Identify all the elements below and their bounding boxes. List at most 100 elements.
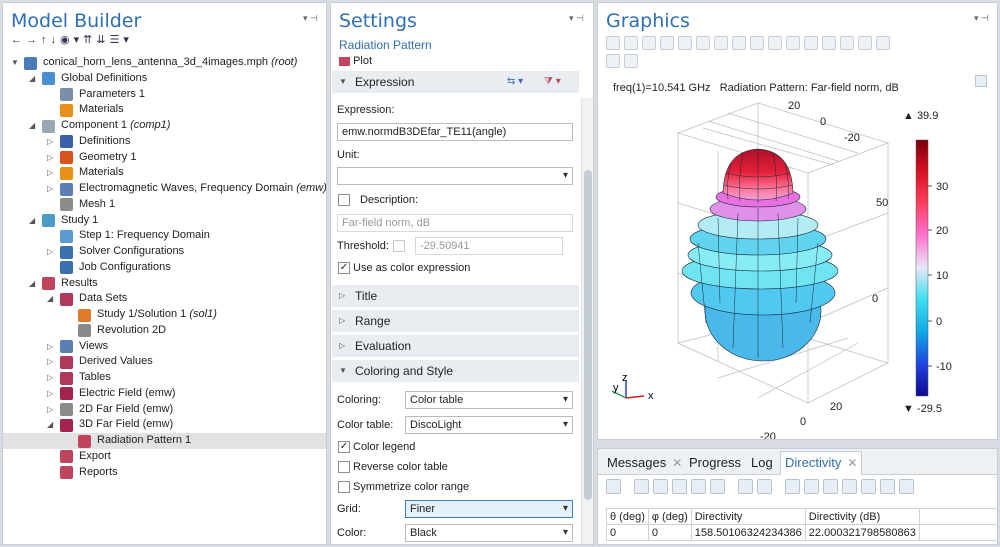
tree-item[interactable]: ◢ Global Definitions [3, 71, 326, 87]
forward-arrow-icon[interactable]: → [26, 34, 41, 46]
polar-plot-icon[interactable] [757, 479, 773, 494]
description-input[interactable]: Far-field norm, dB [337, 214, 573, 232]
table-header[interactable]: Directivity (dB) [804, 508, 920, 525]
section-range[interactable]: ▷ Range [332, 310, 579, 332]
table-cell[interactable]: 22.000321798580863 [804, 524, 920, 541]
table-header[interactable]: Directivity [690, 508, 806, 525]
threshold-input[interactable]: -29.50941 [415, 237, 563, 255]
panel-menu-icon[interactable]: ▾ ⊣ [569, 13, 584, 24]
tree-item[interactable]: Revolution 2D [3, 323, 326, 339]
engineering-notation-icon[interactable] [672, 479, 688, 494]
expand-arrow-icon[interactable]: ▷ [47, 354, 57, 370]
collapse-arrow-icon[interactable]: ◢ [29, 71, 39, 87]
expand-icon[interactable]: ⇈ [83, 34, 96, 46]
tree-menu-icon[interactable]: ☰▾ [110, 34, 133, 46]
expand-arrow-icon[interactable]: ▷ [47, 150, 57, 166]
insert-expression-icon[interactable]: ⇆ ▾ [507, 71, 523, 93]
tree-item[interactable]: ▷ 2D Far Field (emw) [3, 402, 326, 418]
tab-progress[interactable]: Progress [684, 451, 746, 475]
tree-item[interactable]: ◢ Study 1 [3, 213, 326, 229]
tab-messages[interactable]: Messages ✕ [602, 451, 687, 475]
tree-item[interactable]: ▷ Views [3, 339, 326, 355]
expand-arrow-icon[interactable]: ▷ [47, 370, 57, 386]
graphics-canvas[interactable]: 20 0 -20 50 0 20 0 -20 z y x ▲ 39.9 ▼ -2… [598, 3, 998, 440]
collapse-arrow-icon[interactable]: ◢ [29, 118, 39, 134]
section-evaluation[interactable]: ▷ Evaluation [332, 335, 579, 357]
reverse-color-table-checkbox[interactable] [338, 461, 350, 473]
tree-item[interactable]: ▷ Electromagnetic Waves, Frequency Domain… [3, 181, 326, 197]
delete-icon[interactable] [804, 479, 820, 494]
tree-item[interactable]: ▷ Tables [3, 370, 326, 386]
section-title[interactable]: ▷ Title [332, 285, 579, 307]
tree-item[interactable]: ▷ Solver Configurations [3, 244, 326, 260]
collapse-arrow-icon[interactable]: ▼ [11, 55, 21, 71]
scrollbar-thumb[interactable] [584, 170, 592, 500]
full-precision-icon[interactable] [634, 479, 650, 494]
scientific-notation-icon[interactable] [691, 479, 707, 494]
tree-item[interactable]: Study 1/Solution 1 (sol1) [3, 307, 326, 323]
collapse-arrow-icon[interactable]: ◢ [47, 291, 57, 307]
plot-button[interactable]: Plot [331, 55, 593, 67]
collapse-arrow-icon[interactable]: ◢ [29, 213, 39, 229]
tree-item[interactable]: ◢ Component 1 (comp1) [3, 118, 326, 134]
grid-select[interactable]: Finer [405, 500, 573, 518]
close-icon[interactable]: ✕ [672, 456, 682, 470]
tree-item[interactable]: Job Configurations [3, 260, 326, 276]
table-settings-icon[interactable] [899, 479, 915, 494]
collapse-arrow-icon[interactable]: ◢ [29, 276, 39, 292]
description-checkbox[interactable] [338, 194, 350, 206]
copy-icon[interactable] [861, 479, 877, 494]
up-arrow-icon[interactable]: ↑ [41, 34, 51, 46]
settings-scrollbar[interactable] [581, 98, 593, 544]
back-arrow-icon[interactable]: ← [11, 34, 26, 46]
tree-item[interactable]: ▷ Electric Field (emw) [3, 386, 326, 402]
table-graph-icon[interactable] [738, 479, 754, 494]
unit-select[interactable] [337, 167, 573, 185]
use-color-expression-checkbox[interactable]: ✓ [338, 262, 350, 274]
color-legend-checkbox[interactable]: ✓ [338, 441, 350, 453]
tree-item[interactable]: Parameters 1 [3, 87, 326, 103]
tree-item[interactable]: ▷ Derived Values [3, 354, 326, 370]
tree-item[interactable]: ◢ Data Sets [3, 291, 326, 307]
tree-item[interactable]: ▼ conical_horn_lens_antenna_3d_4images.mp… [3, 55, 326, 71]
expand-arrow-icon[interactable]: ▷ [47, 244, 57, 260]
expand-arrow-icon[interactable]: ▷ [47, 339, 57, 355]
table-header[interactable]: φ (deg) [647, 508, 692, 525]
clear-table-icon[interactable] [785, 479, 801, 494]
table-header[interactable]: θ (deg) [606, 508, 649, 525]
table-cell[interactable]: 0 [647, 524, 692, 541]
tab-log[interactable]: Log [746, 451, 778, 475]
tree-item[interactable]: Radiation Pattern 1 [3, 433, 326, 449]
threshold-checkbox[interactable] [393, 240, 405, 252]
tree-item[interactable]: Mesh 1 [3, 197, 326, 213]
coloring-select[interactable]: Color table [405, 391, 573, 409]
tree-item[interactable]: ▷ Geometry 1 [3, 150, 326, 166]
down-arrow-icon[interactable]: ↓ [51, 34, 61, 46]
table-cell[interactable]: 158.50106324234386 [690, 524, 806, 541]
expand-arrow-icon[interactable]: ▷ [47, 134, 57, 150]
tree-item[interactable]: ◢ Results [3, 276, 326, 292]
color-select[interactable]: Black [405, 524, 573, 542]
tree-item[interactable]: Materials [3, 102, 326, 118]
section-expression[interactable]: ▼ Expression ⇆ ▾ ⧩ ▾ [332, 71, 579, 93]
table-row[interactable]: 0 0 158.50106324234386 22.00032179858086… [606, 524, 997, 541]
tree-item[interactable]: ▷ Materials [3, 165, 326, 181]
collapse-icon[interactable]: ⇊ [96, 34, 109, 46]
symmetrize-checkbox[interactable] [338, 481, 350, 493]
expand-arrow-icon[interactable]: ▷ [47, 386, 57, 402]
tree-item[interactable]: ▷ Definitions [3, 134, 326, 150]
panel-menu-icon[interactable]: ▾ ⊣ [303, 13, 318, 24]
plot-table-icon[interactable] [842, 479, 858, 494]
export-icon[interactable] [880, 479, 896, 494]
section-coloring[interactable]: ▼ Coloring and Style [332, 360, 579, 382]
full-screen-icon[interactable] [823, 479, 839, 494]
tree-item[interactable]: ◢ 3D Far Field (emw) [3, 417, 326, 433]
auto-precision-icon[interactable] [653, 479, 669, 494]
table-view-icon[interactable] [606, 479, 621, 494]
tree-item[interactable]: Reports [3, 465, 326, 481]
replace-expression-icon[interactable]: ⧩ ▾ [544, 71, 561, 93]
expand-arrow-icon[interactable]: ▷ [47, 402, 57, 418]
close-icon[interactable]: ✕ [847, 456, 857, 470]
expression-input[interactable]: emw.normdB3DEfar_TE11(angle) [337, 123, 573, 141]
tree-item[interactable]: Step 1: Frequency Domain [3, 228, 326, 244]
